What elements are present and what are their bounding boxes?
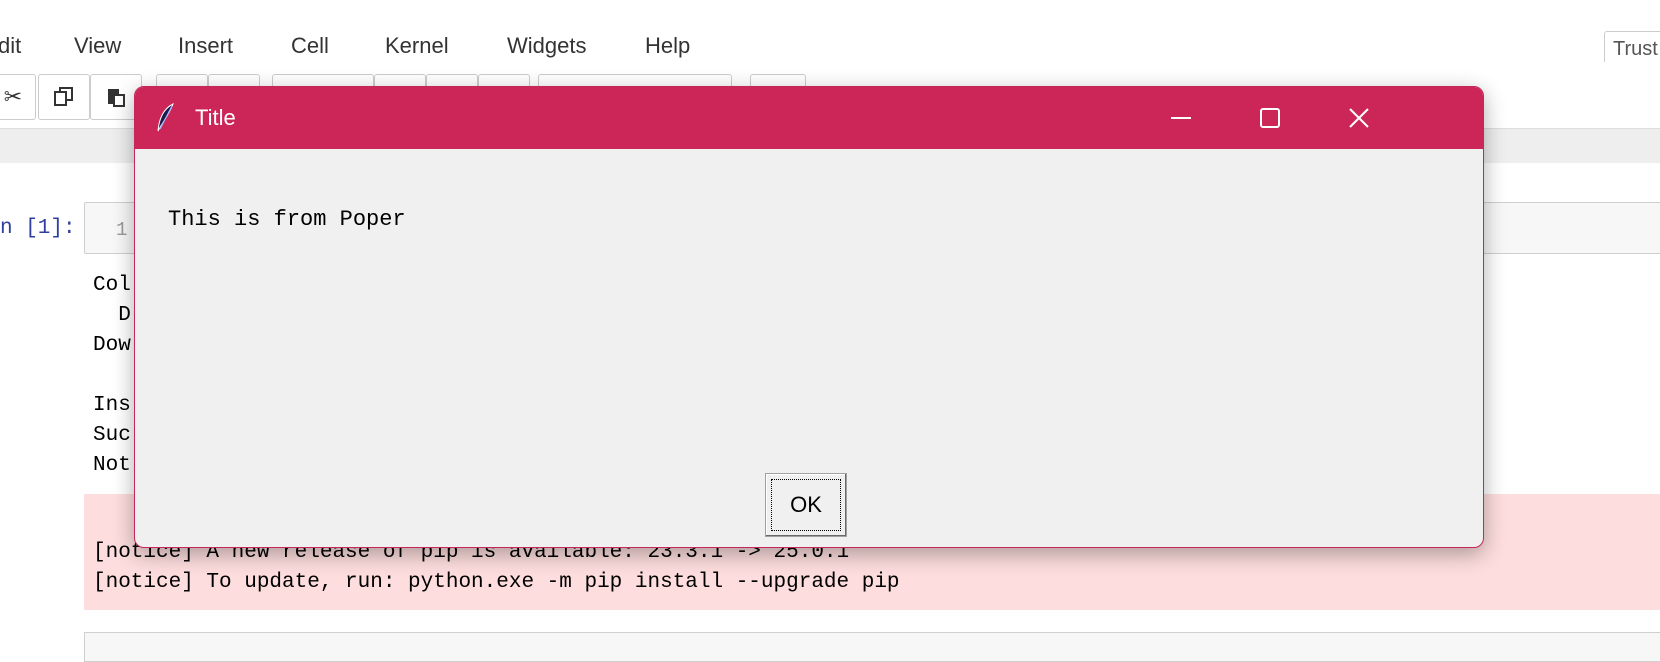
minimize-icon	[1171, 117, 1191, 119]
cut-button[interactable]: ✂	[0, 74, 36, 120]
menu-kernel[interactable]: Kernel	[385, 33, 449, 59]
copy-icon	[54, 87, 73, 106]
menu-insert[interactable]: Insert	[178, 33, 233, 59]
paste-icon	[108, 89, 125, 107]
output-line: Col	[93, 274, 131, 297]
minimize-button[interactable]	[1136, 87, 1226, 149]
close-button[interactable]	[1314, 87, 1404, 149]
menu-view[interactable]: View	[74, 33, 121, 59]
output-line: Ins	[93, 394, 131, 417]
menu-edit[interactable]: dit	[0, 33, 21, 59]
output-line: Dow	[93, 334, 131, 357]
scissors-icon: ✂	[3, 84, 23, 109]
ok-button[interactable]: OK	[765, 473, 847, 537]
dialog-message: This is from Poper	[168, 207, 406, 232]
message-dialog: Title This is from Poper OK	[134, 86, 1484, 548]
line-number: 1	[116, 219, 128, 241]
menu-bar: dit View Insert Cell Kernel Widgets Help…	[0, 10, 1660, 65]
dialog-title: Title	[195, 105, 236, 130]
maximize-icon	[1260, 108, 1280, 128]
maximize-button[interactable]	[1225, 87, 1315, 149]
input-prompt: n [1]:	[0, 217, 76, 240]
next-code-cell[interactable]	[84, 632, 1660, 662]
close-icon	[1349, 108, 1369, 128]
dialog-titlebar[interactable]: Title	[135, 87, 1483, 149]
menu-widgets[interactable]: Widgets	[507, 33, 586, 59]
trusted-indicator[interactable]: Trust	[1604, 31, 1660, 65]
copy-button[interactable]	[38, 74, 90, 120]
menu-cell[interactable]: Cell	[291, 33, 329, 59]
output-line: Not	[93, 454, 131, 477]
stderr-line: [notice] To update, run: python.exe -m p…	[93, 571, 900, 594]
feather-icon	[157, 103, 174, 132]
output-line: Suc	[93, 424, 131, 447]
menu-help[interactable]: Help	[645, 33, 690, 59]
ok-button-label: OK	[790, 492, 822, 517]
output-line: D	[93, 304, 131, 327]
